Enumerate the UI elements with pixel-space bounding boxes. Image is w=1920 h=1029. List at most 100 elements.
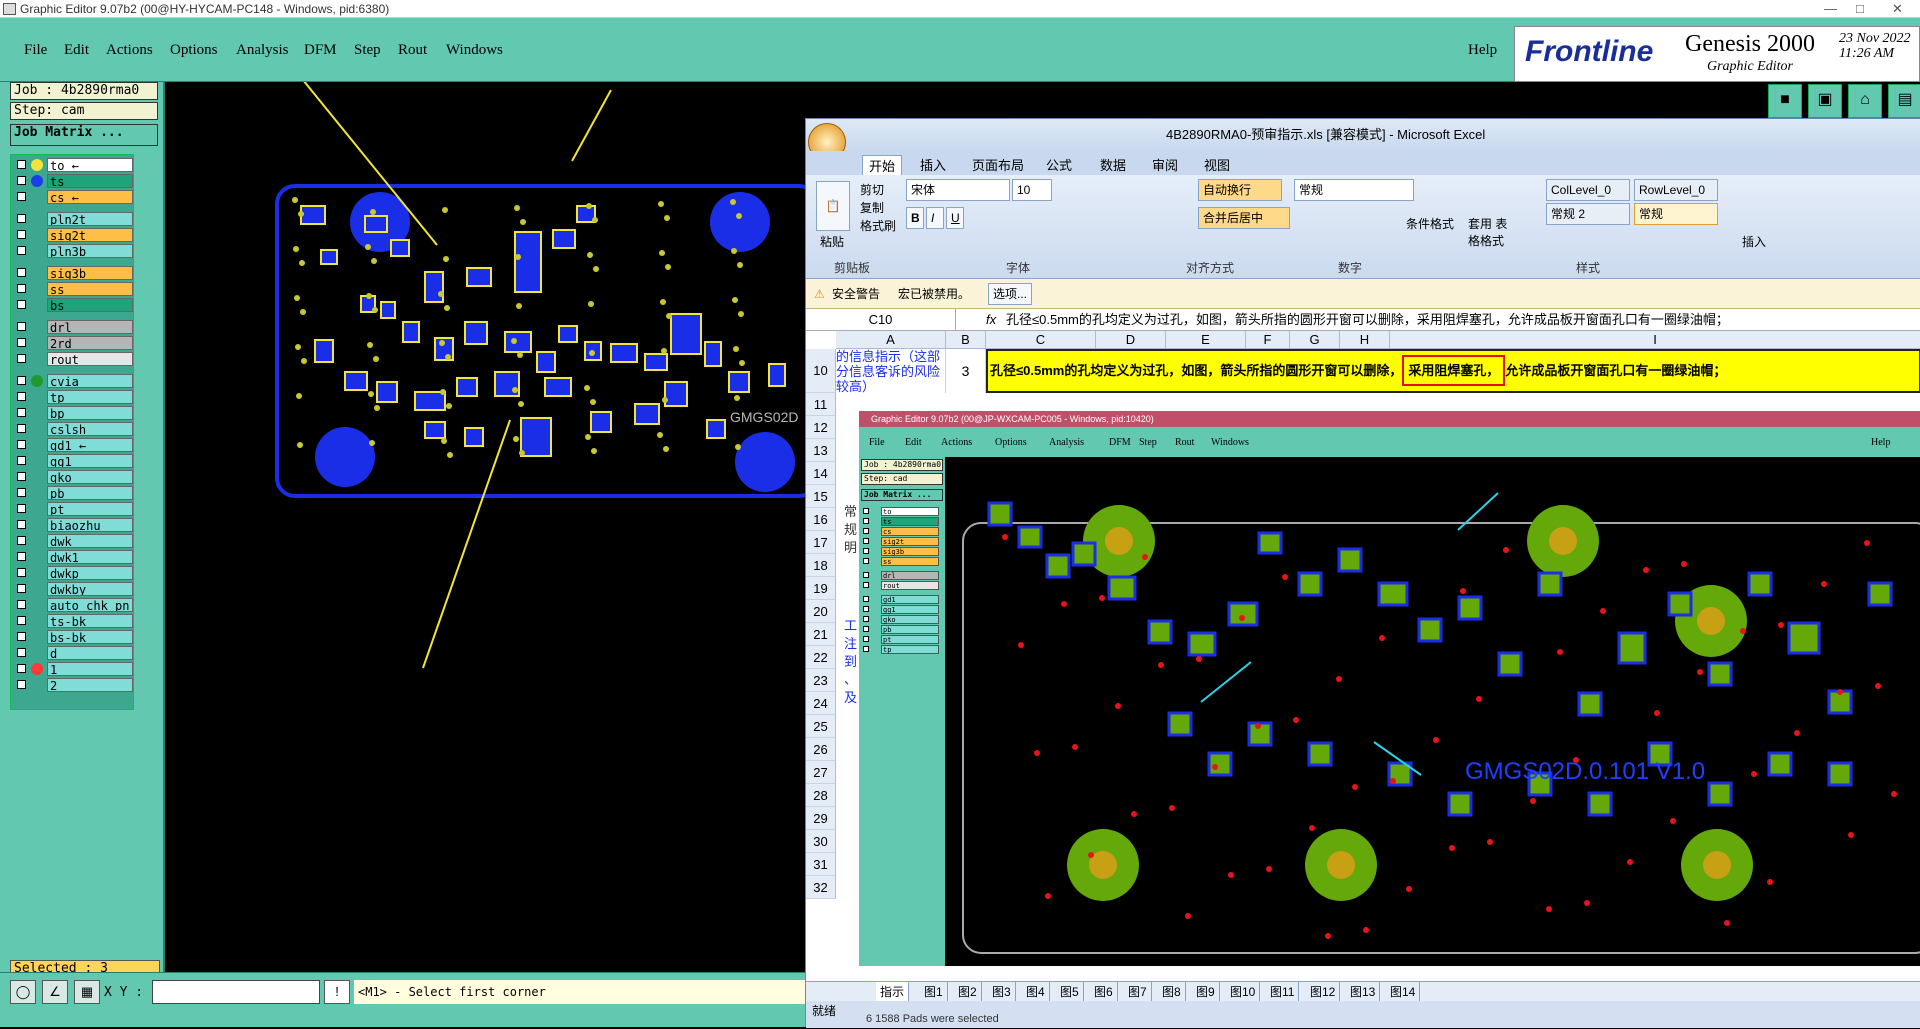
cell-b10[interactable]: 3 xyxy=(946,349,986,393)
layer-checkbox[interactable] xyxy=(17,664,26,673)
layer-checkbox[interactable] xyxy=(17,488,26,497)
style-collevel[interactable]: ColLevel_0 xyxy=(1546,179,1630,201)
layer-name[interactable]: tp xyxy=(47,390,133,404)
layer-checkbox[interactable] xyxy=(17,536,26,545)
layer-checkbox[interactable] xyxy=(17,268,26,277)
menu-actions[interactable]: Actions xyxy=(106,42,153,59)
sheet-tab-2[interactable]: 图2 xyxy=(954,982,982,1002)
layer-name[interactable]: cs ← xyxy=(47,190,133,204)
xy-input[interactable] xyxy=(152,980,320,1004)
wrap-text-button[interactable]: 自动换行 xyxy=(1198,179,1282,201)
column-header-d[interactable]: D xyxy=(1096,331,1166,349)
layer-checkbox[interactable] xyxy=(17,392,26,401)
layer-checkbox[interactable] xyxy=(17,230,26,239)
formula-content[interactable]: 孔径≤0.5mm的孔均定义为过孔，如图，箭头所指的圆形开窗可以删除，采用阻焊塞孔… xyxy=(1006,309,1729,331)
column-header-i[interactable]: I xyxy=(1390,331,1920,349)
layer-row-pb[interactable]: pb xyxy=(11,485,133,501)
menu-analysis[interactable]: Analysis xyxy=(236,42,289,59)
layer-checkbox[interactable] xyxy=(17,584,26,593)
sheet-tab-3[interactable]: 图3 xyxy=(988,982,1016,1002)
alert-icon[interactable]: ! xyxy=(324,980,350,1004)
layer-name[interactable]: 2rd xyxy=(47,336,133,350)
conditional-format-button[interactable]: 条件格式 xyxy=(1406,215,1454,232)
layer-row-cslsh[interactable]: cslsh xyxy=(11,421,133,437)
row-header-11[interactable]: 11 xyxy=(806,393,836,416)
row-header-16[interactable]: 16 xyxy=(806,508,836,531)
layer-checkbox[interactable] xyxy=(17,376,26,385)
menu-help[interactable]: Help xyxy=(1468,42,1497,59)
menu-windows[interactable]: Windows xyxy=(446,42,503,59)
zoom-icon[interactable]: ◯ xyxy=(10,980,36,1004)
layer-row-1[interactable]: 1 xyxy=(11,661,133,677)
layer-checkbox[interactable] xyxy=(17,338,26,347)
layer-name[interactable]: d xyxy=(47,646,133,660)
menu-rout[interactable]: Rout xyxy=(398,42,427,59)
number-format-select[interactable]: 常规 xyxy=(1294,179,1414,201)
sheet-tab-10[interactable]: 图10 xyxy=(1226,982,1261,1002)
row-header-20[interactable]: 20 xyxy=(806,600,836,623)
layer-row-pln2t[interactable]: pln2t xyxy=(11,211,133,227)
font-name-select[interactable]: 宋体 xyxy=(906,179,1010,201)
layer-row-dwk[interactable]: dwk xyxy=(11,533,133,549)
layer-color-dot[interactable] xyxy=(31,375,43,387)
sheet-tab-12[interactable]: 图12 xyxy=(1306,982,1341,1002)
row-header-30[interactable]: 30 xyxy=(806,830,836,853)
menu-file[interactable]: File xyxy=(24,42,47,59)
sheet-tab-0[interactable]: 指示 xyxy=(876,982,910,1002)
layer-name[interactable]: ss xyxy=(47,282,133,296)
measure-icon[interactable]: ∠ xyxy=(42,980,68,1004)
layer-checkbox[interactable] xyxy=(17,424,26,433)
layer-row-drl[interactable]: drl xyxy=(11,319,133,335)
italic-button[interactable]: I xyxy=(926,207,944,229)
security-options-button[interactable]: 选项... xyxy=(988,283,1033,305)
layer-checkbox[interactable] xyxy=(17,472,26,481)
sheet-tab-1[interactable]: 图1 xyxy=(920,982,948,1002)
layer-row-ts-bk[interactable]: ts-bk xyxy=(11,613,133,629)
tab-insert[interactable]: 插入 xyxy=(920,155,946,174)
layer-checkbox[interactable] xyxy=(17,520,26,529)
layer-name[interactable]: drl xyxy=(47,320,133,334)
layer-row-ts[interactable]: ts xyxy=(11,173,133,189)
menu-step[interactable]: Step xyxy=(354,42,381,59)
layer-row-2rd[interactable]: 2rd xyxy=(11,335,133,351)
layer-name[interactable]: 1 xyxy=(47,662,133,676)
layer-name[interactable]: sig3b xyxy=(47,266,133,280)
layer-color-dot[interactable] xyxy=(31,175,43,187)
cut-button[interactable]: 剪切 xyxy=(860,181,884,198)
layer-row-bs[interactable]: bs xyxy=(11,297,133,313)
layer-row-cvia[interactable]: cvia xyxy=(11,373,133,389)
layer-name[interactable]: cvia xyxy=(47,374,133,388)
row-header-29[interactable]: 29 xyxy=(806,807,836,830)
layer-name[interactable]: dwkp xyxy=(47,566,133,580)
cell-a10[interactable]: 的信息指示（这部分信息客诉的风险较高） xyxy=(836,349,946,393)
minimize-icon[interactable]: — xyxy=(1824,0,1837,18)
layer-row-bp[interactable]: bp xyxy=(11,405,133,421)
layer-name[interactable]: rout xyxy=(47,352,133,366)
menu-dfm[interactable]: DFM xyxy=(304,42,337,59)
copy-button[interactable]: 复制 xyxy=(860,199,884,216)
layer-row-tp[interactable]: tp xyxy=(11,389,133,405)
tab-review[interactable]: 审阅 xyxy=(1152,155,1178,174)
style-normal[interactable]: 常规 xyxy=(1634,203,1718,225)
layer-checkbox[interactable] xyxy=(17,552,26,561)
row-header-14[interactable]: 14 xyxy=(806,462,836,485)
layer-row-sig2t[interactable]: sig2t xyxy=(11,227,133,243)
row-header-21[interactable]: 21 xyxy=(806,623,836,646)
menu-options[interactable]: Options xyxy=(170,42,218,59)
tab-data[interactable]: 数据 xyxy=(1100,155,1126,174)
layer-checkbox[interactable] xyxy=(17,408,26,417)
table-format-button[interactable]: 套用 表格格式 xyxy=(1468,215,1518,249)
layer-row-biaozhu[interactable]: biaozhu xyxy=(11,517,133,533)
layer-checkbox[interactable] xyxy=(17,354,26,363)
sheet-tab-4[interactable]: 图4 xyxy=(1022,982,1050,1002)
grid-icon[interactable]: ▦ xyxy=(74,980,100,1004)
layer-row-gg1[interactable]: gg1 xyxy=(11,453,133,469)
layer-checkbox[interactable] xyxy=(17,160,26,169)
column-header-b[interactable]: B xyxy=(946,331,986,349)
layer-row-pln3b[interactable]: pln3b xyxy=(11,243,133,259)
layer-row-dwkp[interactable]: dwkp xyxy=(11,565,133,581)
layer-row-dwk1[interactable]: dwk1 xyxy=(11,549,133,565)
layer-row-dwkby[interactable]: dwkby xyxy=(11,581,133,597)
sheet-tab-6[interactable]: 图6 xyxy=(1090,982,1118,1002)
layer-checkbox[interactable] xyxy=(17,284,26,293)
